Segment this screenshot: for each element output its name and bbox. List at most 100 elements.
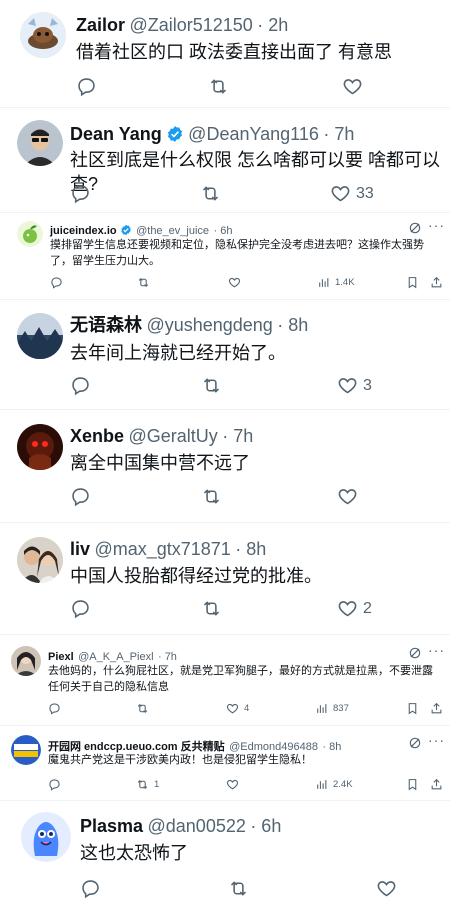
timestamp[interactable]: · 6h (213, 225, 232, 237)
tweet-liv[interactable]: liv @max_gtx71871 · 8h 中国人投胎都得经过党的批准。 2 (0, 523, 450, 634)
avatar[interactable] (17, 313, 63, 359)
views-button[interactable]: 837 (315, 702, 349, 715)
author-name[interactable]: 无语森林 (70, 315, 142, 335)
avatar[interactable] (11, 735, 41, 765)
retweet-button[interactable] (201, 486, 222, 507)
avatar[interactable] (21, 812, 71, 862)
like-icon (338, 489, 357, 505)
author-handle[interactable]: @dan00522 (148, 816, 246, 836)
tweet-yushengdeng[interactable]: 无语森林 @yushengdeng · 8h 去年间上海就已经开始了。 3 (0, 300, 450, 409)
retweet-button[interactable] (201, 375, 222, 396)
retweet-button[interactable] (208, 76, 229, 97)
view-count: 1.4K (335, 277, 355, 288)
tweet-juiceindex[interactable]: juiceindex.io @the_ev_juice · 6h ··· 摸排留… (0, 213, 450, 299)
author-name[interactable]: liv (70, 539, 90, 559)
bookmark-button[interactable] (406, 276, 419, 289)
view-count: 837 (333, 703, 349, 714)
author-name[interactable]: Plasma (80, 816, 143, 836)
author-name[interactable]: juiceindex.io (50, 225, 117, 237)
author-name[interactable]: Piexl (48, 651, 74, 663)
avatar[interactable] (17, 537, 63, 583)
author-name[interactable]: Dean Yang (70, 124, 162, 144)
like-icon (338, 378, 357, 394)
reply-button[interactable] (70, 375, 91, 396)
reply-button[interactable] (48, 702, 61, 715)
bookmark-button[interactable] (406, 778, 419, 791)
retweet-button[interactable] (200, 183, 221, 204)
retweet-button[interactable] (201, 598, 222, 619)
author-name[interactable]: Zailor (76, 15, 125, 35)
tweet-xenbe[interactable]: Xenbe @GeraltUy · 7h 离全中国集中营不远了 (0, 410, 450, 522)
avatar[interactable] (17, 221, 43, 247)
author-name[interactable]: Xenbe (70, 426, 124, 446)
avatar[interactable] (20, 12, 66, 58)
retweet-icon (210, 79, 227, 94)
timestamp[interactable]: · 8h (277, 315, 308, 335)
like-button[interactable] (376, 878, 402, 899)
tweet-dean-yang[interactable]: Dean Yang @DeanYang116 · 7h 社区到底是什么权限 怎么… (0, 108, 450, 212)
tweet-text: 这也太恐怖了 (80, 843, 188, 863)
avatar[interactable] (17, 424, 63, 470)
tweet-edmond[interactable]: 开园网 endccp.ueuo.com 反共精贴 @Edmond496488 ·… (0, 726, 450, 800)
grok-icon[interactable] (408, 646, 422, 660)
grok-icon[interactable] (408, 221, 422, 235)
tweet-text: 摸排留学生信息还要视频和定位，隐私保护完全没考虑进去吧？这操作太强势了，留学生压… (50, 239, 424, 267)
avatar[interactable] (17, 120, 63, 166)
retweet-button[interactable] (228, 878, 249, 899)
retweet-icon (138, 277, 149, 288)
bookmark-icon (408, 779, 417, 791)
like-button[interactable]: 4 (226, 702, 249, 715)
tweet-piexl[interactable]: Piexl @A_K_A_Piexl · 7h ··· 去他妈的，什么狗屁社区，… (0, 635, 450, 725)
retweet-button[interactable] (136, 702, 149, 715)
like-button[interactable] (226, 778, 239, 791)
more-icon[interactable]: ··· (428, 642, 445, 658)
timestamp[interactable]: · 7h (158, 651, 177, 663)
timestamp[interactable]: · 8h (235, 539, 266, 559)
reply-button[interactable] (76, 76, 97, 97)
reply-button[interactable] (80, 878, 101, 899)
timestamp[interactable]: · 8h (322, 741, 341, 753)
author-handle[interactable]: @yushengdeng (146, 315, 272, 335)
reply-button[interactable] (48, 778, 61, 791)
author-handle[interactable]: @the_ev_juice (136, 225, 209, 237)
like-count: 2 (363, 599, 372, 617)
author-name[interactable]: 开园网 endccp.ueuo.com 反共精贴 (48, 741, 225, 753)
more-icon[interactable]: ··· (428, 732, 445, 748)
grok-icon[interactable] (408, 736, 422, 750)
like-button[interactable]: 3 (337, 375, 372, 396)
retweet-icon (203, 601, 220, 616)
like-button[interactable] (228, 276, 241, 289)
retweet-button[interactable] (137, 276, 150, 289)
reply-button[interactable] (70, 598, 91, 619)
timestamp[interactable]: · 2h (257, 15, 288, 35)
reply-button[interactable] (70, 183, 91, 204)
views-button[interactable]: 1.4K (317, 276, 355, 289)
timestamp[interactable]: · 6h (250, 816, 281, 836)
retweet-button[interactable]: 1 (136, 778, 159, 791)
author-handle[interactable]: @max_gtx71871 (94, 539, 230, 559)
avatar[interactable] (11, 646, 41, 676)
like-button[interactable] (337, 486, 363, 507)
share-button[interactable] (430, 778, 443, 791)
timestamp[interactable]: · 7h (323, 124, 354, 144)
author-handle[interactable]: @Edmond496488 (229, 741, 318, 753)
bookmark-button[interactable] (406, 702, 419, 715)
like-button[interactable] (342, 76, 368, 97)
tweet-text: 去年间上海就已经开始了。 (70, 343, 286, 363)
reply-button[interactable] (50, 276, 63, 289)
author-handle[interactable]: @Zailor512150 (129, 15, 252, 35)
tweet-plasma[interactable]: Plasma @dan00522 · 6h 这也太恐怖了 (0, 801, 450, 915)
author-handle[interactable]: @A_K_A_Piexl (78, 651, 153, 663)
views-button[interactable]: 2.4K (315, 778, 353, 791)
more-icon[interactable]: ··· (428, 217, 445, 233)
author-handle[interactable]: @DeanYang116 (188, 124, 319, 144)
share-button[interactable] (430, 276, 443, 289)
timestamp[interactable]: · 7h (222, 426, 253, 446)
verified-badge-icon (167, 126, 182, 142)
like-button[interactable]: 33 (330, 183, 374, 204)
reply-button[interactable] (70, 486, 91, 507)
tweet-zailor[interactable]: Zailor @Zailor512150 · 2h 借着社区的口 政法委直接出面… (0, 0, 450, 107)
share-button[interactable] (430, 702, 443, 715)
author-handle[interactable]: @GeraltUy (128, 426, 217, 446)
like-button[interactable]: 2 (337, 598, 372, 619)
